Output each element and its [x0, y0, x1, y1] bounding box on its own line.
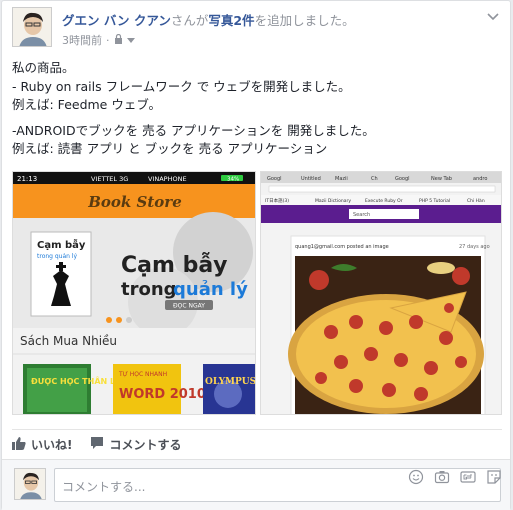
sticker-icon[interactable]	[486, 469, 502, 485]
post-line: 例えば: Feedme ウェブ。	[12, 97, 161, 112]
post-line: 私の商品。	[12, 60, 75, 75]
post-line: 例えば: 読書 アプリ と ブックを 売る アプリケーション	[12, 141, 328, 156]
browser-tab: New Tab	[431, 176, 452, 182]
section-bestsellers: Sách Mua Nhiều	[20, 334, 117, 348]
author-name-link[interactable]: グエン バン クアン	[62, 13, 171, 28]
camera-icon[interactable]	[434, 469, 450, 485]
headline-end: を追加しました。	[254, 13, 355, 28]
carrier-2: VINAPHONE	[148, 175, 187, 183]
banner-read-button: ĐỌC NGAY	[173, 303, 205, 310]
book-3-title: OLYMPUS	[205, 377, 256, 387]
browser-tab: Untitled	[301, 176, 321, 182]
bookmark: PHP 5 Tutorial	[419, 198, 450, 204]
emoji-icon[interactable]	[408, 469, 424, 485]
like-label: いいね!	[31, 437, 73, 452]
viewer-avatar[interactable]	[14, 468, 46, 500]
comment-label: コメントする	[109, 437, 182, 452]
posted-ago: 27 days ago	[459, 244, 490, 250]
post-header: グエン バン クアンさんが写真2件を追加しました。 3時間前 ·	[12, 7, 502, 47]
post-text: 私の商品。 - Ruby on rails フレームワーク で ウェブを開発しま…	[12, 59, 502, 159]
book-2-tagline: TỰ HỌC NHANH	[118, 371, 167, 378]
composer-icons	[408, 469, 502, 485]
browser-tab: Ch	[371, 176, 378, 182]
small-book-subtitle: trong quản lý	[37, 253, 78, 260]
timestamp[interactable]: 3時間前	[62, 32, 102, 48]
browser-tab: Mazii	[335, 176, 348, 182]
banner-title-1: Cạm bẫy	[121, 253, 228, 278]
banner-title-3: quản lý	[173, 279, 248, 300]
photo-feedme-web[interactable]: Googl Untitled Mazii Ch Googl New Tab an…	[260, 171, 502, 415]
comment-composer: コメントする...	[2, 459, 510, 510]
browser-tab: Googl	[267, 176, 282, 182]
post-line-gap	[12, 115, 502, 122]
speech-bubble-icon	[90, 436, 104, 453]
search-button: Search	[353, 212, 370, 218]
post-actions: いいね! コメントする	[12, 429, 502, 453]
post-line: - Ruby on rails フレームワーク で ウェブを開発しました。	[12, 78, 351, 94]
store-title: Book Store	[87, 193, 182, 211]
carrier-1: VIETTEL 3G	[91, 175, 128, 183]
post-meta: 3時間前 ·	[62, 32, 135, 48]
post-line: -ANDROIDでブックを 売る アプリケーションを 開発しました。	[12, 122, 375, 138]
post-headline: グエン バン クアンさんが写真2件を追加しました。	[62, 10, 355, 29]
banner-title-2: trong	[121, 279, 177, 300]
comment-placeholder: コメントする...	[62, 480, 146, 494]
post-card: グエン バン クアンさんが写真2件を追加しました。 3時間前 · 私の商品。 -…	[1, 0, 511, 510]
thumbs-up-icon	[12, 436, 26, 453]
headline-mid: さんが	[170, 13, 209, 28]
author-avatar[interactable]	[12, 7, 52, 47]
photos-link[interactable]: 写真2件	[208, 13, 254, 28]
battery-level: 34%	[227, 177, 239, 183]
status-time: 21:13	[17, 175, 37, 183]
photo-book-store-app[interactable]: 21:13 VIETTEL 3G VINAPHONE 34% Book Stor…	[12, 171, 256, 415]
bookmark: IT日本語(3)	[265, 197, 289, 204]
photo-grid: 21:13 VIETTEL 3G VINAPHONE 34% Book Stor…	[12, 171, 502, 415]
privacy-caret-icon[interactable]	[126, 34, 135, 47]
bookmark: Execute Ruby Or	[365, 198, 403, 204]
chevron-down-icon[interactable]	[486, 9, 500, 23]
meta-separator: ·	[106, 33, 110, 47]
small-book-title: Cạm bẫy	[37, 238, 86, 251]
browser-tab: Googl	[395, 176, 410, 182]
gif-icon[interactable]	[460, 469, 476, 485]
lock-icon[interactable]	[114, 33, 123, 47]
bookmark: Chi Hàn	[467, 197, 485, 204]
like-button[interactable]: いいね!	[12, 435, 72, 453]
book-2-title: WORD 2010	[119, 387, 206, 402]
poster-line: quang1@gmail.com posted an image	[295, 244, 389, 250]
browser-tab: andro	[473, 176, 487, 182]
comment-button[interactable]: コメントする	[90, 435, 182, 453]
bookmark: Mazii Dictionary	[315, 198, 351, 204]
